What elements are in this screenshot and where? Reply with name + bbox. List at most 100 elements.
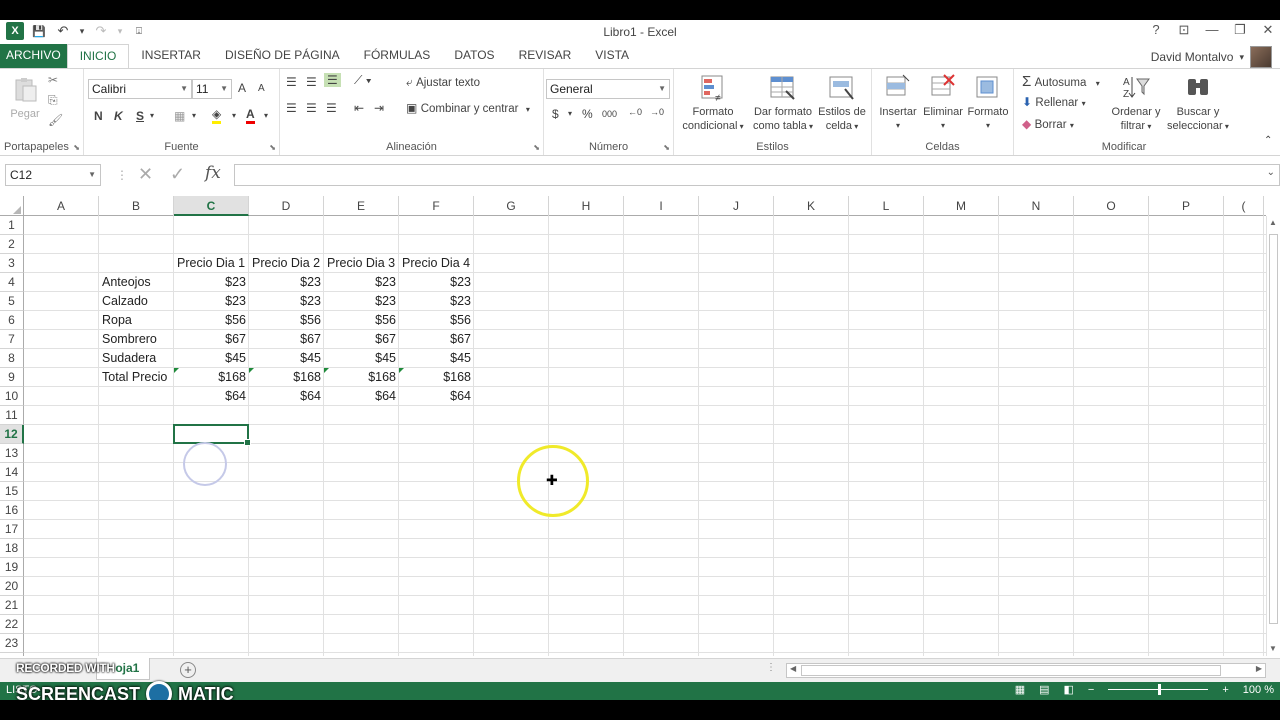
cell-styles-button[interactable]: Estilos de celda ▾	[816, 73, 868, 134]
close-button[interactable]: ✕	[1260, 22, 1276, 38]
column-header[interactable]: C	[174, 196, 249, 216]
insert-cells-button[interactable]: Insertar ▾	[876, 73, 920, 133]
value-cell[interactable]: $67	[324, 330, 399, 349]
font-size-select[interactable]: 11 ▼	[192, 79, 232, 99]
tab-formulas[interactable]: FÓRMULAS	[352, 44, 443, 68]
row-header[interactable]: 6	[0, 311, 24, 330]
value-cell[interactable]: $23	[249, 273, 324, 292]
row-label-cell[interactable]: Calzado	[99, 292, 174, 311]
row-label-cell[interactable]: Ropa	[99, 311, 174, 330]
bold-button[interactable]: N	[94, 109, 103, 123]
align-middle-icon[interactable]: ☰	[306, 75, 317, 89]
row-header[interactable]: 20	[0, 577, 24, 596]
chevron-down-icon[interactable]: ▾	[150, 111, 154, 120]
row-header[interactable]: 21	[0, 596, 24, 615]
clipboard-launcher-icon[interactable]: ⬊	[73, 143, 80, 152]
decrease-decimal-button[interactable]: →0	[650, 107, 664, 117]
conditional-format-button[interactable]: ≠ Formato condicional ▾	[678, 73, 748, 134]
zoom-out-button[interactable]: −	[1088, 684, 1094, 696]
orientation-icon[interactable]: ⟋ ▾	[354, 73, 372, 88]
page-layout-view-icon[interactable]: ▤	[1039, 683, 1049, 696]
help-icon[interactable]: ?	[1148, 22, 1164, 38]
value-cell[interactable]: $64	[399, 387, 474, 406]
value-cell[interactable]: $64	[324, 387, 399, 406]
row-header[interactable]: 11	[0, 406, 24, 425]
row-header[interactable]: 9	[0, 368, 24, 387]
row-header[interactable]: 19	[0, 558, 24, 577]
row-header[interactable]: 7	[0, 330, 24, 349]
delete-cells-button[interactable]: Eliminar ▾	[920, 73, 966, 133]
zoom-level[interactable]: 100 %	[1243, 684, 1274, 696]
row-header[interactable]: 3	[0, 254, 24, 273]
value-cell[interactable]: $67	[174, 330, 249, 349]
scroll-up-icon[interactable]: ▲	[1269, 218, 1277, 227]
value-cell[interactable]: $23	[324, 292, 399, 311]
row-label-cell[interactable]: Total Precio	[99, 368, 174, 387]
borders-icon[interactable]: ▦	[174, 109, 185, 123]
add-sheet-button[interactable]: +	[180, 662, 196, 678]
cancel-entry-button[interactable]: ✕	[138, 164, 153, 185]
zoom-slider[interactable]	[1108, 684, 1209, 695]
font-name-select[interactable]: Calibri ▼	[88, 79, 192, 99]
row-header[interactable]: 10	[0, 387, 24, 406]
horizontal-scroll-thumb[interactable]	[801, 665, 1221, 676]
value-cell[interactable]: $56	[174, 311, 249, 330]
alignment-launcher-icon[interactable]: ⬊	[533, 143, 540, 152]
format-as-table-button[interactable]: Dar formato como tabla ▾	[750, 73, 816, 134]
align-left-icon[interactable]: ☰	[286, 101, 297, 115]
column-header[interactable]: D	[249, 196, 324, 216]
value-cell[interactable]: $168	[174, 368, 249, 387]
row-header[interactable]: 24	[0, 653, 24, 656]
column-header[interactable]: A	[24, 196, 99, 216]
row-header[interactable]: 23	[0, 634, 24, 653]
align-bottom-icon[interactable]: ☰	[324, 73, 341, 87]
error-indicator-icon[interactable]	[249, 368, 254, 373]
tab-file[interactable]: ARCHIVO	[0, 44, 67, 68]
value-cell[interactable]: $23	[174, 292, 249, 311]
restore-button[interactable]: ❐	[1232, 22, 1248, 38]
row-header[interactable]: 5	[0, 292, 24, 311]
tab-insert[interactable]: INSERTAR	[129, 44, 213, 68]
value-cell[interactable]: $67	[249, 330, 324, 349]
chevron-down-icon[interactable]: ▾	[264, 111, 268, 120]
active-cell-selection[interactable]	[173, 424, 251, 446]
row-header[interactable]: 17	[0, 520, 24, 539]
minimize-button[interactable]: —	[1204, 22, 1220, 38]
tab-review[interactable]: REVISAR	[507, 44, 584, 68]
align-center-icon[interactable]: ☰	[306, 101, 317, 115]
value-cell[interactable]: $23	[324, 273, 399, 292]
row-header[interactable]: 13	[0, 444, 24, 463]
column-header[interactable]: P	[1149, 196, 1224, 216]
autosum-button[interactable]: Σ Autosuma ▾	[1022, 73, 1100, 90]
select-all-button[interactable]	[0, 196, 24, 216]
underline-button[interactable]: S	[136, 109, 144, 123]
value-cell[interactable]: $64	[249, 387, 324, 406]
sort-filter-button[interactable]: AZ Ordenar y filtrar ▾	[1108, 73, 1164, 134]
thousands-button[interactable]: 000	[602, 109, 617, 119]
row-label-cell[interactable]: Sudadera	[99, 349, 174, 368]
column-header[interactable]: J	[699, 196, 774, 216]
italic-button[interactable]: K	[114, 109, 123, 123]
column-header[interactable]: (	[1224, 196, 1264, 216]
number-format-select[interactable]: General ▼	[546, 79, 670, 99]
decrease-indent-icon[interactable]: ⇤	[354, 101, 364, 115]
grow-font-button[interactable]: A	[238, 81, 246, 95]
confirm-entry-button[interactable]: ✓	[170, 164, 185, 185]
value-cell[interactable]: $168	[399, 368, 474, 387]
row-header[interactable]: 16	[0, 501, 24, 520]
cut-icon[interactable]: ✂	[48, 73, 58, 87]
vertical-scroll-thumb[interactable]	[1269, 234, 1278, 624]
font-launcher-icon[interactable]: ⬊	[269, 143, 276, 152]
column-header[interactable]: B	[99, 196, 174, 216]
collapse-ribbon-icon[interactable]: ⌃	[1264, 135, 1272, 146]
error-indicator-icon[interactable]	[399, 368, 404, 373]
chevron-down-icon[interactable]: ▾	[232, 111, 236, 120]
value-cell[interactable]: $56	[324, 311, 399, 330]
value-cell[interactable]: $23	[399, 292, 474, 311]
column-header[interactable]: N	[999, 196, 1074, 216]
value-cell[interactable]: $168	[249, 368, 324, 387]
align-top-icon[interactable]: ☰	[286, 75, 297, 89]
tab-view[interactable]: VISTA	[583, 44, 641, 68]
fill-color-icon[interactable]: ◈	[212, 107, 222, 124]
insert-function-button[interactable]: fx	[205, 163, 221, 183]
